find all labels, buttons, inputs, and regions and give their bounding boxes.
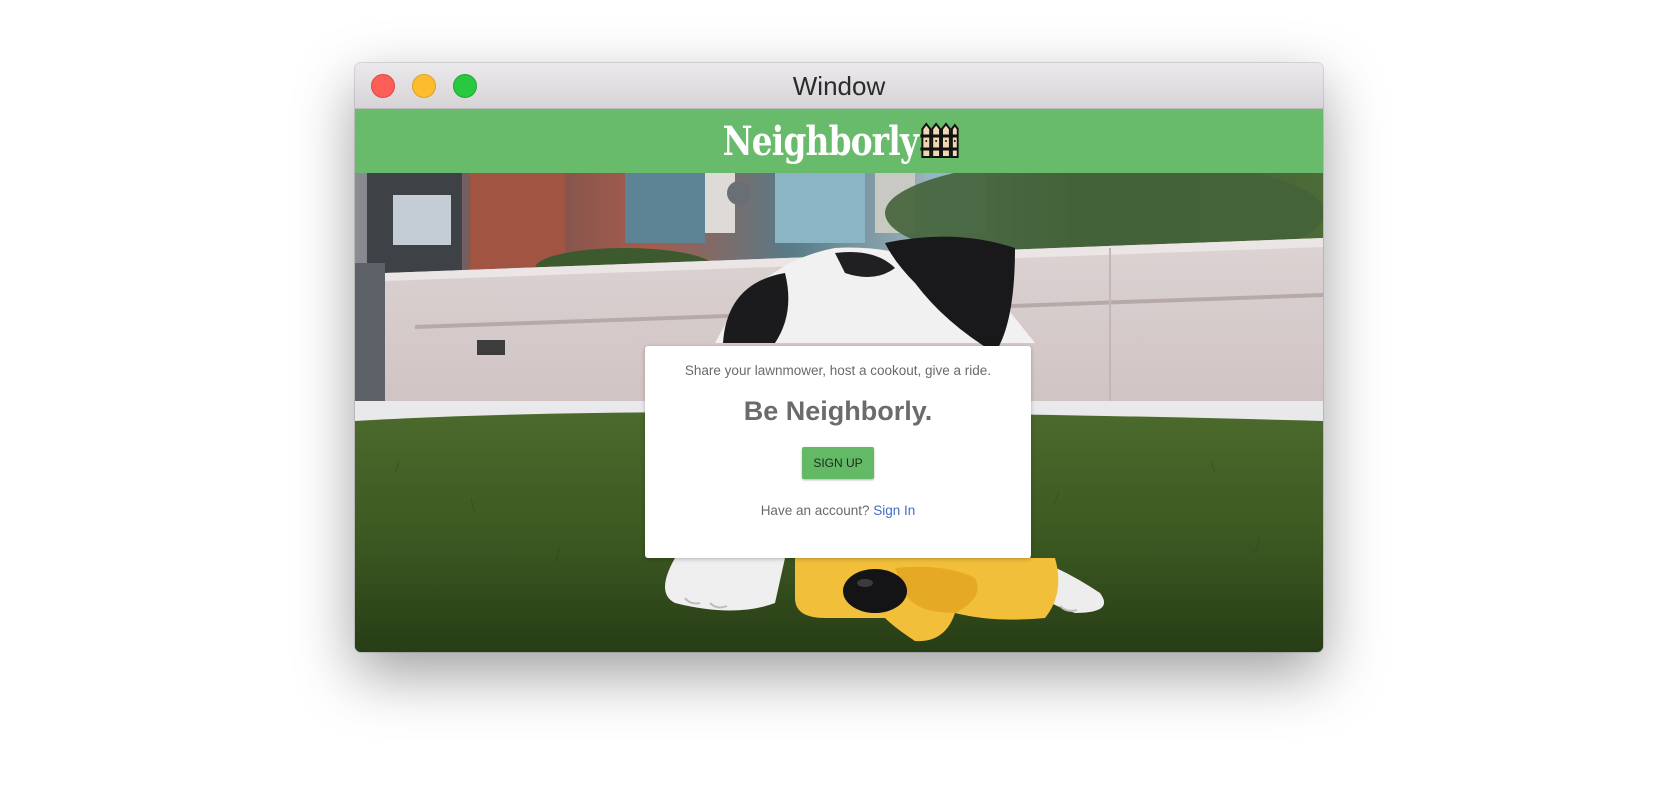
account-prompt-text: Have an account? (760, 503, 870, 518)
signup-card: Share your lawnmower, host a cookout, gi… (645, 346, 1031, 558)
brand-logo[interactable]: Neighborly (722, 117, 959, 165)
window-title: Window (792, 71, 886, 101)
app-window: Window Neighborly Share your lawnmower, … (355, 63, 1323, 652)
signup-button[interactable]: SIGN UP (802, 447, 874, 479)
fence-icon (920, 122, 959, 158)
tagline: Share your lawnmower, host a cookout, gi… (684, 363, 992, 378)
signin-link[interactable]: Sign In (873, 503, 915, 518)
headline: Be Neighborly. (743, 396, 933, 426)
hero-section: Share your lawnmower, host a cookout, gi… (355, 173, 1323, 652)
navbar: Neighborly (355, 109, 1323, 173)
brand-name: Neighborly (722, 117, 918, 165)
account-prompt: Have an account? Sign In (645, 503, 1031, 518)
title-bar: Window (355, 63, 1323, 109)
